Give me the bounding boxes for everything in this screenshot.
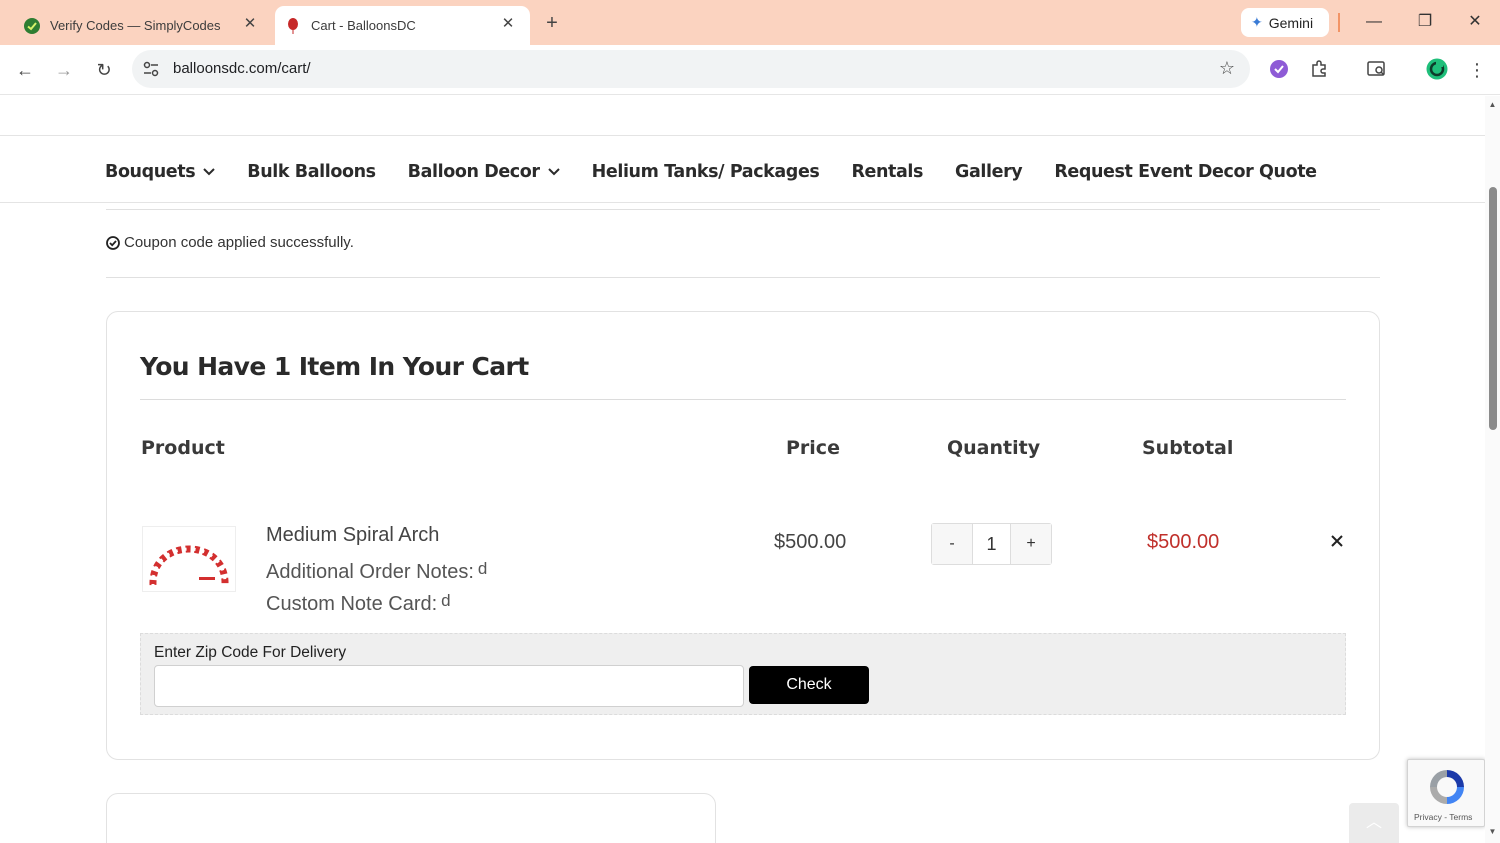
- notice-top-divider: [106, 209, 1380, 210]
- check-zip-button[interactable]: Check: [749, 666, 869, 704]
- order-notes-label: Additional Order Notes:: [266, 561, 474, 583]
- nav-item-bulk-balloons[interactable]: Bulk Balloons: [247, 162, 376, 182]
- note-card-value: d: [441, 591, 451, 610]
- close-window-icon[interactable]: ✕: [1461, 10, 1489, 34]
- restore-icon[interactable]: ❐: [1411, 10, 1439, 34]
- tab-strip: Verify Codes — SimplyCodes ✕ Cart - Ball…: [0, 0, 1500, 45]
- product-thumbnail[interactable]: [142, 526, 236, 592]
- address-toolbar: ← → ↻ balloonsdc.com/cart/ ☆ ⋮: [0, 45, 1500, 95]
- simplycodes-favicon-icon: [24, 17, 40, 34]
- address-bar[interactable]: balloonsdc.com/cart/ ☆: [132, 50, 1250, 88]
- gemini-sparkle-icon: ✦: [1251, 14, 1263, 30]
- coupon-card: [106, 793, 716, 843]
- nav-item-balloon-decor[interactable]: Balloon Decor: [408, 162, 560, 182]
- balloon-favicon-icon: [285, 17, 301, 34]
- extension-icon[interactable]: [1267, 57, 1291, 81]
- quantity-input[interactable]: 1: [972, 524, 1011, 564]
- note-card: Custom Note Card: d: [266, 591, 451, 616]
- order-notes: Additional Order Notes: d: [266, 559, 487, 584]
- close-tab-icon[interactable]: ✕: [242, 16, 258, 32]
- recaptcha-logo-icon: [1430, 770, 1464, 804]
- zip-label: Enter Zip Code For Delivery: [154, 644, 347, 661]
- nav-label: Gallery: [955, 162, 1023, 182]
- menu-kebab-icon[interactable]: ⋮: [1464, 57, 1490, 83]
- bookmark-star-icon[interactable]: ☆: [1219, 58, 1235, 79]
- item-subtotal: $500.00: [1147, 531, 1220, 553]
- site-settings-icon[interactable]: [142, 60, 160, 78]
- increase-quantity-button[interactable]: +: [1011, 524, 1051, 564]
- page-content: Bouquets Bulk Balloons Balloon Decor Hel…: [0, 96, 1485, 843]
- main-nav: Bouquets Bulk Balloons Balloon Decor Hel…: [105, 162, 1349, 182]
- chevron-up-icon: ︿: [1365, 814, 1382, 831]
- nav-label: Bouquets: [105, 162, 196, 182]
- note-card-label: Custom Note Card:: [266, 593, 438, 615]
- tab-search-icon[interactable]: [1365, 57, 1389, 81]
- column-header-price: Price: [786, 437, 840, 459]
- column-header-subtotal: Subtotal: [1142, 437, 1234, 459]
- gemini-label: Gemini: [1268, 14, 1314, 31]
- scroll-down-arrow-icon[interactable]: ▼: [1488, 827, 1497, 836]
- url-text: balloonsdc.com/cart/: [173, 60, 311, 77]
- quantity-stepper: - 1 +: [931, 523, 1052, 565]
- gemini-button[interactable]: ✦ Gemini: [1241, 8, 1329, 37]
- check-circle-icon: [106, 235, 120, 250]
- scroll-up-arrow-icon[interactable]: ▲: [1488, 100, 1497, 109]
- scrollbar-thumb[interactable]: [1489, 187, 1497, 430]
- remove-item-icon[interactable]: [1329, 533, 1345, 549]
- item-price: $500.00: [774, 531, 847, 553]
- extensions-puzzle-icon[interactable]: [1307, 57, 1331, 81]
- nav-divider: [0, 202, 1485, 203]
- chevron-down-icon: [547, 168, 560, 176]
- chevron-down-icon: [203, 168, 215, 176]
- notice-bottom-divider: [106, 277, 1380, 278]
- nav-item-gallery[interactable]: Gallery: [955, 162, 1023, 182]
- nav-label: Request Event Decor Quote: [1054, 162, 1317, 182]
- nav-label: Bulk Balloons: [247, 162, 376, 182]
- toolbar-divider: [1338, 13, 1340, 32]
- notice-text: Coupon code applied successfully.: [124, 234, 354, 251]
- nav-label: Balloon Decor: [407, 162, 540, 182]
- nav-label: Helium Tanks/ Packages: [591, 162, 820, 182]
- cart-card: You Have 1 Item In Your Cart Product Pri…: [106, 311, 1380, 760]
- nav-item-bouquets[interactable]: Bouquets: [105, 162, 215, 182]
- header-divider: [0, 135, 1485, 136]
- tab-balloonsdc[interactable]: Cart - BalloonsDC ✕: [275, 6, 530, 45]
- close-tab-icon[interactable]: ✕: [500, 16, 516, 32]
- nav-label: Rentals: [851, 162, 924, 182]
- forward-icon[interactable]: →: [51, 57, 77, 83]
- reload-icon[interactable]: ↻: [91, 57, 117, 83]
- page-scrollbar[interactable]: ▲ ▼: [1485, 96, 1500, 843]
- nav-item-helium-tanks[interactable]: Helium Tanks/ Packages: [592, 162, 820, 182]
- tab-simplycodes[interactable]: Verify Codes — SimplyCodes ✕: [12, 6, 272, 45]
- back-icon[interactable]: ←: [12, 57, 38, 83]
- cart-heading-divider: [140, 399, 1346, 400]
- nav-item-rentals[interactable]: Rentals: [851, 162, 923, 182]
- coupon-success-notice: Coupon code applied successfully.: [106, 234, 354, 251]
- scroll-to-top-button[interactable]: ︿: [1349, 803, 1399, 843]
- recaptcha-badge[interactable]: Privacy - Terms: [1407, 759, 1485, 827]
- product-name[interactable]: Medium Spiral Arch: [266, 524, 439, 547]
- new-tab-icon[interactable]: +: [541, 12, 563, 34]
- tab-title: Verify Codes — SimplyCodes: [50, 18, 221, 33]
- nav-item-request-quote[interactable]: Request Event Decor Quote: [1054, 162, 1317, 182]
- column-header-quantity: Quantity: [947, 437, 1041, 459]
- zip-code-input[interactable]: [154, 665, 744, 707]
- cart-heading: You Have 1 Item In Your Cart: [140, 352, 529, 381]
- order-notes-value: d: [477, 559, 488, 578]
- column-header-product: Product: [141, 437, 225, 459]
- zip-delivery-box: Enter Zip Code For Delivery Check: [140, 633, 1346, 715]
- minimize-icon[interactable]: —: [1360, 10, 1388, 34]
- tab-title: Cart - BalloonsDC: [311, 18, 416, 33]
- decrease-quantity-button[interactable]: -: [932, 524, 972, 564]
- profile-avatar[interactable]: [1425, 57, 1449, 81]
- recaptcha-terms[interactable]: Privacy - Terms: [1414, 812, 1472, 822]
